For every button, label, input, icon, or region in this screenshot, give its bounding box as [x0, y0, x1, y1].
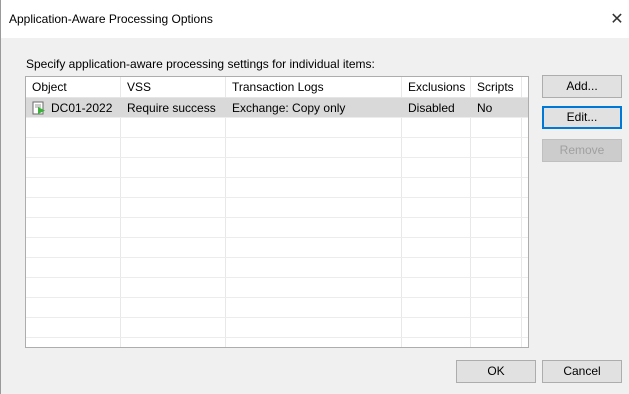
empty-row	[26, 258, 528, 278]
cell-object: DC01-2022	[26, 98, 121, 117]
cell-scripts: No	[471, 98, 522, 117]
title-bar: Application-Aware Processing Options ✕	[1, 0, 629, 38]
ok-button[interactable]: OK	[456, 360, 536, 383]
column-header-object[interactable]: Object	[26, 77, 121, 97]
column-header-vss[interactable]: VSS	[121, 77, 226, 97]
empty-row	[26, 318, 528, 338]
cell-vss: Require success	[121, 98, 226, 117]
add-button[interactable]: Add...	[542, 75, 622, 98]
empty-row	[26, 218, 528, 238]
close-button[interactable]: ✕	[605, 0, 629, 38]
items-table[interactable]: Object VSS Transaction Logs Exclusions S…	[25, 76, 529, 348]
dialog-title: Application-Aware Processing Options	[9, 12, 213, 26]
instruction-label: Specify application-aware processing set…	[26, 57, 375, 71]
remove-button[interactable]: Remove	[542, 139, 622, 162]
cell-transaction-logs: Exchange: Copy only	[226, 98, 402, 117]
empty-row	[26, 278, 528, 298]
empty-row	[26, 298, 528, 318]
empty-row	[26, 138, 528, 158]
cell-exclusions: Disabled	[402, 98, 471, 117]
vm-icon	[32, 101, 45, 115]
column-header-scripts[interactable]: Scripts	[471, 77, 522, 97]
table-row[interactable]: DC01-2022 Require success Exchange: Copy…	[26, 98, 528, 118]
close-icon: ✕	[610, 11, 624, 28]
column-header-exclusions[interactable]: Exclusions	[402, 77, 471, 97]
empty-row	[26, 338, 528, 347]
cancel-button[interactable]: Cancel	[542, 360, 622, 383]
edit-button[interactable]: Edit...	[542, 106, 622, 129]
empty-row	[26, 158, 528, 178]
empty-row	[26, 198, 528, 218]
dialog-window: Application-Aware Processing Options ✕ S…	[0, 0, 629, 394]
empty-row	[26, 238, 528, 258]
empty-row	[26, 118, 528, 138]
empty-row	[26, 178, 528, 198]
table-header: Object VSS Transaction Logs Exclusions S…	[26, 77, 528, 98]
column-header-transaction-logs[interactable]: Transaction Logs	[226, 77, 402, 97]
object-name: DC01-2022	[51, 101, 113, 115]
